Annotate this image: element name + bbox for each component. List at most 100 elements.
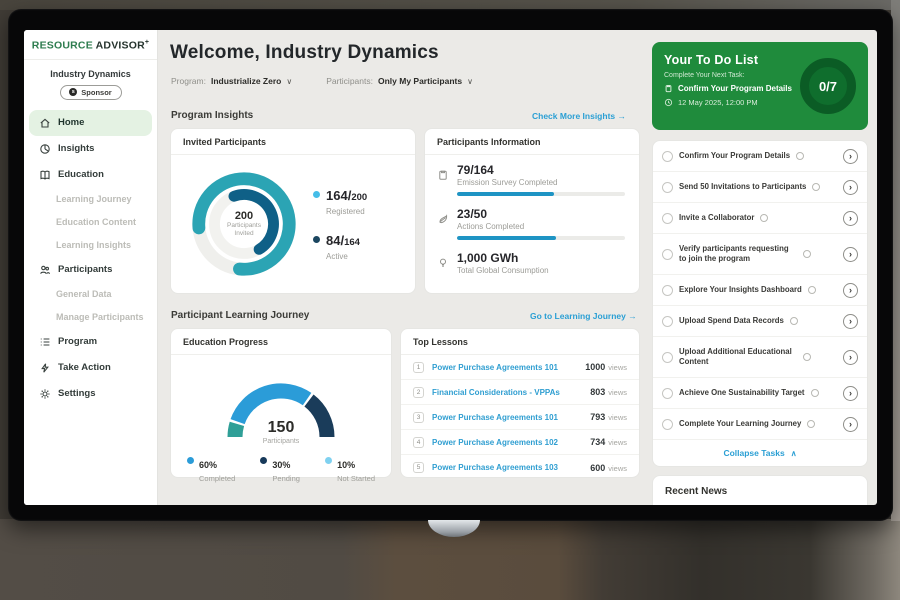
sidebar-item-learning-insights[interactable]: Learning Insights — [24, 234, 157, 257]
task-checkbox[interactable] — [662, 249, 673, 260]
task-row: Explore Your Insights Dashboard › — [653, 275, 867, 306]
rank-badge: 4 — [413, 437, 424, 448]
card-title: Education Progress — [171, 329, 391, 355]
rank-badge: 5 — [413, 462, 424, 473]
donut-legend: 164/200 Registered 84/164 Active — [313, 187, 367, 261]
info-icon[interactable] — [808, 286, 816, 294]
todo-datetime-label: 12 May 2025, 12:00 PM — [678, 98, 758, 107]
sidebar-item-manage-participants[interactable]: Manage Participants — [24, 306, 157, 329]
program-value: Industrialize Zero — [211, 76, 281, 86]
sidebar-nav: Home Insights Education Learning Journey… — [24, 110, 157, 407]
sidebar-item-label: Education — [58, 169, 104, 180]
leaf-icon — [437, 213, 449, 225]
task-checkbox[interactable] — [662, 182, 673, 193]
task-checkbox[interactable] — [662, 419, 673, 430]
rank-badge: 1 — [413, 362, 424, 373]
info-icon[interactable] — [803, 250, 811, 258]
sponsor-icon: s — [69, 88, 77, 96]
task-checkbox[interactable] — [662, 352, 673, 363]
bulb-icon — [437, 257, 449, 269]
clipboard-icon — [437, 169, 449, 181]
gauge-center-label: Participants — [215, 438, 347, 445]
info-icon[interactable] — [811, 389, 819, 397]
filters-row: Program: Industrialize Zero ∨ Participan… — [171, 76, 473, 86]
recent-news-card: Recent News — [652, 475, 868, 505]
todo-next-task-label: Confirm Your Program Details — [678, 84, 792, 93]
sidebar-item-settings[interactable]: Settings — [29, 381, 152, 407]
legend-dot — [260, 457, 267, 464]
task-checkbox[interactable] — [662, 151, 673, 162]
go-to-learning-journey-link[interactable]: Go to Learning Journey → — [530, 311, 637, 321]
lesson-link[interactable]: Power Purchase Agreements 102 — [432, 438, 558, 447]
legend-dot — [313, 191, 320, 198]
photo-background: RESOURCE ADVISOR+ Industry Dynamics s Sp… — [0, 0, 900, 600]
sidebar-item-take-action[interactable]: Take Action — [29, 355, 152, 381]
info-icon[interactable] — [807, 420, 815, 428]
task-open-button[interactable]: › — [843, 180, 858, 195]
section-title-program-insights: Program Insights — [171, 110, 253, 121]
logo-secondary: ADVISOR — [96, 40, 145, 52]
info-icon[interactable] — [760, 214, 768, 222]
logo-plus: + — [145, 39, 149, 46]
link-label: Check More Insights — [532, 111, 615, 121]
sidebar-item-general-data[interactable]: General Data — [24, 283, 157, 306]
info-icon[interactable] — [812, 183, 820, 191]
sidebar-item-insights[interactable]: Insights — [29, 136, 152, 162]
task-open-button[interactable]: › — [843, 350, 858, 365]
org-name: Industry Dynamics — [24, 69, 157, 79]
lesson-row: 5 Power Purchase Agreements 103 600views — [401, 455, 639, 480]
legend-dot — [187, 457, 194, 464]
participants-value: Only My Participants — [378, 76, 462, 86]
task-open-button[interactable]: › — [843, 149, 858, 164]
task-open-button[interactable]: › — [843, 417, 858, 432]
sidebar: RESOURCE ADVISOR+ Industry Dynamics s Sp… — [24, 30, 158, 505]
check-more-insights-link[interactable]: Check More Insights → — [532, 111, 626, 121]
info-icon[interactable] — [796, 152, 804, 160]
task-label: Upload Spend Data Records — [679, 316, 784, 326]
lesson-link[interactable]: Power Purchase Agreements 101 — [432, 363, 558, 372]
task-open-button[interactable]: › — [843, 386, 858, 401]
views-count: 1000 — [585, 362, 605, 372]
task-checkbox[interactable] — [662, 285, 673, 296]
todo-counter: 0/7 — [819, 79, 837, 94]
sidebar-item-education-content[interactable]: Education Content — [24, 211, 157, 234]
sidebar-item-home[interactable]: Home — [29, 110, 152, 136]
sidebar-item-education[interactable]: Education — [29, 162, 152, 188]
lesson-link[interactable]: Financial Considerations - VPPAs — [432, 388, 560, 397]
stat-consumption: 1,000 GWh Total Global Consumption — [437, 251, 625, 280]
sidebar-item-learning-journey[interactable]: Learning Journey — [24, 188, 157, 211]
info-icon[interactable] — [790, 317, 798, 325]
views-suffix: views — [608, 438, 627, 447]
participants-select[interactable]: Participants: Only My Participants ∨ — [326, 76, 473, 86]
collapse-tasks-button[interactable]: Collapse Tasks ∧ — [653, 440, 867, 466]
donut-center-label: Participants Invited — [218, 222, 270, 238]
task-row: Verify participants requesting to join t… — [653, 234, 867, 275]
task-label: Explore Your Insights Dashboard — [679, 285, 802, 295]
task-open-button[interactable]: › — [843, 247, 858, 262]
task-open-button[interactable]: › — [843, 283, 858, 298]
task-label: Confirm Your Program Details — [679, 151, 790, 161]
task-label: Achieve One Sustainability Target — [679, 388, 805, 398]
dashboard-screen: RESOURCE ADVISOR+ Industry Dynamics s Sp… — [24, 30, 877, 505]
program-select[interactable]: Program: Industrialize Zero ∨ — [171, 76, 292, 86]
sidebar-item-participants[interactable]: Participants — [29, 257, 152, 283]
lesson-link[interactable]: Power Purchase Agreements 101 — [432, 413, 558, 422]
task-checkbox[interactable] — [662, 388, 673, 399]
progress-fill — [457, 192, 554, 196]
participants-label: Participants: — [326, 76, 373, 86]
app-logo: RESOURCE ADVISOR+ — [24, 30, 157, 60]
task-checkbox[interactable] — [662, 213, 673, 224]
todo-summary-card: Your To Do List Complete Your Next Task:… — [652, 42, 868, 130]
take-action-icon — [39, 362, 51, 374]
task-label: Verify participants requesting to join t… — [679, 244, 797, 264]
legend-value: 30% — [272, 460, 290, 470]
lesson-link[interactable]: Power Purchase Agreements 103 — [432, 463, 558, 472]
stat-label: Total Global Consumption — [457, 266, 625, 275]
sidebar-item-program[interactable]: Program — [29, 329, 152, 355]
task-checkbox[interactable] — [662, 316, 673, 327]
task-open-button[interactable]: › — [843, 211, 858, 226]
info-icon[interactable] — [803, 353, 811, 361]
stat-value: 23/50 — [457, 207, 625, 221]
task-open-button[interactable]: › — [843, 314, 858, 329]
sponsor-label: Sponsor — [81, 88, 111, 97]
